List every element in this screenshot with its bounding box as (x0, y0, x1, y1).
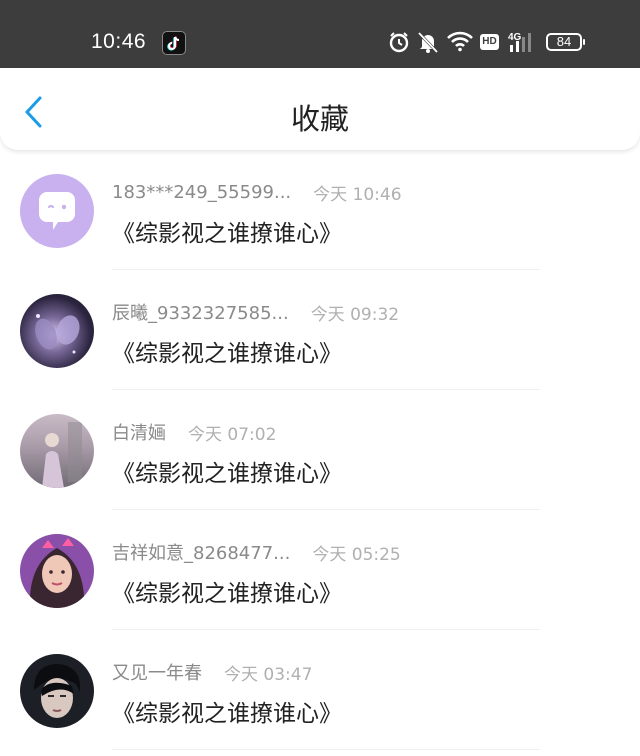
meta-row: 吉祥如意_8268477... 今天 05:25 (112, 540, 401, 565)
avatar[interactable] (20, 534, 94, 608)
list-item[interactable]: 又见一年春 今天 03:47 《综影视之谁撩谁心》 (0, 630, 640, 750)
mute-icon (417, 30, 439, 58)
person-avatar-icon (34, 664, 81, 718)
meta-row: 又见一年春 今天 03:47 (112, 660, 313, 685)
timestamp: 今天 03:47 (224, 664, 313, 685)
tiktok-icon (162, 31, 186, 55)
list-item[interactable]: 吉祥如意_8268477... 今天 05:25 《综影视之谁撩谁心》 (0, 510, 640, 630)
butterfly-avatar-icon (35, 314, 80, 354)
status-bar: 10:46 HD 4G 84 (0, 0, 640, 68)
timestamp: 今天 10:46 (313, 184, 402, 205)
book-title: 《综影视之谁撩谁心》 (112, 341, 342, 367)
book-title: 《综影视之谁撩谁心》 (112, 701, 342, 727)
book-title: 《综影视之谁撩谁心》 (112, 461, 342, 487)
username: 辰曦_9332327585... (112, 303, 289, 324)
list-item[interactable]: 白清婳 今天 07:02 《综影视之谁撩谁心》 (0, 390, 640, 510)
hd-icon: HD (480, 34, 499, 50)
avatar[interactable] (20, 174, 94, 248)
avatar[interactable] (20, 654, 94, 728)
avatar[interactable] (20, 294, 94, 368)
avatar[interactable] (20, 414, 94, 488)
meta-row: 辰曦_9332327585... 今天 09:32 (112, 300, 400, 325)
battery-icon: 84 (546, 33, 585, 51)
status-time: 10:46 (91, 30, 147, 53)
svg-text:4G: 4G (508, 32, 522, 43)
wifi-icon (446, 30, 474, 56)
book-title: 《综影视之谁撩谁心》 (112, 581, 342, 607)
timestamp: 今天 05:25 (312, 544, 401, 565)
list-item[interactable]: 183***249_55599... 今天 10:46 《综影视之谁撩谁心》 (0, 150, 640, 270)
4g-signal-icon: 4G (508, 30, 536, 58)
person-avatar-icon (42, 422, 82, 488)
divider (112, 749, 540, 750)
header-bar: 收藏 (0, 68, 640, 150)
username: 吉祥如意_8268477... (112, 543, 291, 564)
person-avatar-icon (29, 538, 85, 608)
list-item[interactable]: 辰曦_9332327585... 今天 09:32 《综影视之谁撩谁心》 (0, 270, 640, 390)
meta-row: 183***249_55599... 今天 10:46 (112, 180, 402, 205)
favorites-list: 183***249_55599... 今天 10:46 《综影视之谁撩谁心》 辰… (0, 150, 640, 750)
book-title: 《综影视之谁撩谁心》 (112, 221, 342, 247)
username: 183***249_55599... (112, 181, 292, 203)
meta-row: 白清婳 今天 07:02 (112, 420, 277, 445)
timestamp: 今天 07:02 (188, 424, 277, 445)
alarm-icon (388, 31, 410, 57)
username: 又见一年春 (112, 663, 202, 684)
chat-bubble-avatar-icon (39, 192, 75, 230)
username: 白清婳 (112, 423, 166, 444)
timestamp: 今天 09:32 (310, 304, 400, 325)
page-title: 收藏 (290, 102, 349, 136)
